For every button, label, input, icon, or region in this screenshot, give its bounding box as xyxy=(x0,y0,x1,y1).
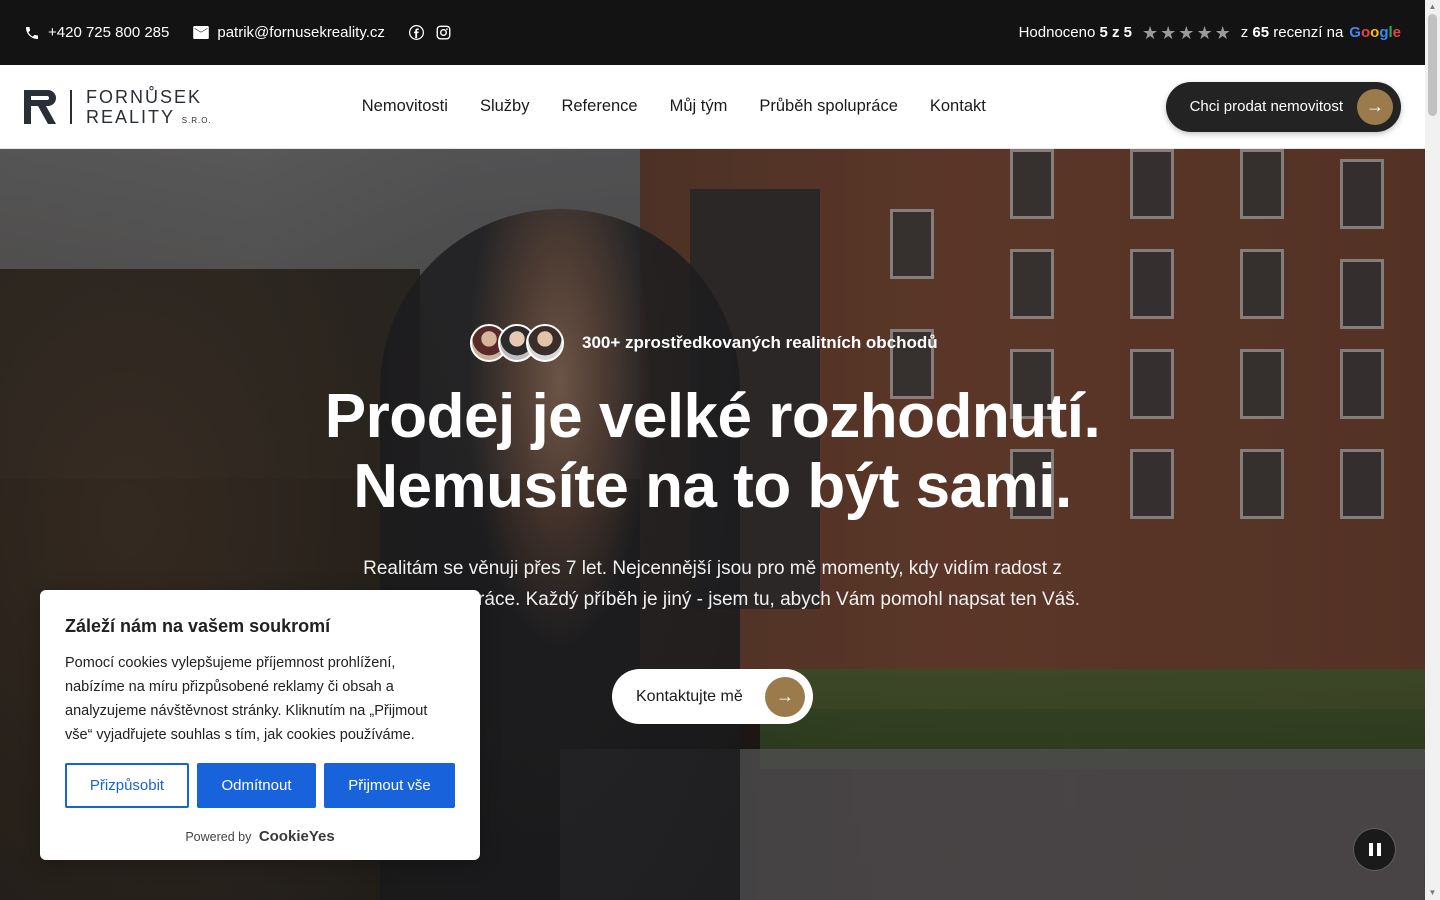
phone-icon xyxy=(26,26,38,39)
rating-prefix: Hodnoceno xyxy=(1018,24,1096,41)
nav-prubeh-spoluprace[interactable]: Průběh spolupráce xyxy=(759,97,898,116)
facebook-icon[interactable] xyxy=(408,25,424,40)
cookie-consent-dialog: Záleží nám na vašem soukromí Pomocí cook… xyxy=(40,590,480,860)
star-icon: ★ xyxy=(1160,22,1177,43)
page-scrollbar[interactable]: ▲ ▼ xyxy=(1425,0,1440,900)
star-icon: ★ xyxy=(1178,22,1195,43)
scrollbar-thumb[interactable] xyxy=(1428,14,1437,116)
team-avatars xyxy=(470,324,564,362)
cookie-powered-by: Powered by CookieYes xyxy=(65,828,455,845)
rating-count: 65 xyxy=(1252,24,1270,41)
top-bar: +420 725 800 285 patrik@fornusekreality.… xyxy=(0,0,1425,65)
cookie-accept-button[interactable]: Přijmout vše xyxy=(324,763,455,808)
rating-value: 5 z 5 xyxy=(1099,24,1133,41)
contact-me-label: Kontaktujte mě xyxy=(636,687,743,705)
hero-title-line1: Prodej je velké rozhodnutí. xyxy=(324,382,1101,451)
arrow-right-icon: → xyxy=(1357,88,1393,125)
rating-count-suffix: recenzí na xyxy=(1273,24,1344,41)
deals-badge-text: 300+ zprostředkovaných realitních obchod… xyxy=(582,333,938,352)
logo-line2-wrap: REALITY S.R.O. xyxy=(86,108,212,126)
email-link[interactable]: patrik@fornusekreality.cz xyxy=(193,24,385,41)
main-header: FORNŮSEK REALITY S.R.O. Nemovitosti Služ… xyxy=(0,65,1425,149)
nav-sluzby[interactable]: Služby xyxy=(480,97,530,116)
cookie-buttons: Přizpůsobit Odmítnout Přijmout vše xyxy=(65,763,455,808)
powered-by-label: Powered by xyxy=(185,830,252,844)
pause-icon xyxy=(1368,843,1373,856)
sell-property-label: Chci prodat nemovitost xyxy=(1189,98,1343,115)
logo-wordmark: FORNŮSEK REALITY S.R.O. xyxy=(86,88,212,126)
video-pause-button[interactable] xyxy=(1353,828,1396,871)
logo-mark-icon xyxy=(24,89,56,124)
contact-me-button[interactable]: Kontaktujte mě → xyxy=(612,669,813,724)
google-letter: o xyxy=(1360,24,1371,41)
rating-count-prefix: z xyxy=(1240,24,1249,41)
pause-icon xyxy=(1376,843,1381,856)
logo-divider xyxy=(70,89,72,124)
mail-icon xyxy=(193,26,210,39)
cookieyes-logo[interactable]: CookieYes xyxy=(259,828,335,845)
arrow-right-icon: → xyxy=(765,676,805,717)
logo-suffix: S.R.O. xyxy=(181,115,212,125)
google-letter: G xyxy=(1349,24,1361,41)
phone-text: +420 725 800 285 xyxy=(48,24,170,41)
site-logo[interactable]: FORNŮSEK REALITY S.R.O. xyxy=(24,88,212,126)
rating-stars: ★ ★ ★ ★ ★ xyxy=(1142,24,1231,42)
cookie-title: Záleží nám na vašem soukromí xyxy=(65,616,331,636)
google-wordmark[interactable]: Google xyxy=(1349,24,1401,41)
google-letter: o xyxy=(1370,24,1380,41)
star-icon: ★ xyxy=(1142,22,1159,43)
cookie-text: Pomocí cookies vylepšujeme příjemnost pr… xyxy=(65,655,428,743)
avatar xyxy=(526,324,564,362)
rating-summary: Hodnoceno 5 z 5 ★ ★ ★ ★ ★ z 65 recenzí n… xyxy=(1019,24,1401,42)
nav-muj-tym[interactable]: Můj tým xyxy=(670,97,728,116)
cookie-reject-button[interactable]: Odmítnout xyxy=(197,763,316,808)
google-letter: e xyxy=(1392,24,1401,41)
hero-title-line2: Nemusíte na to být sami. xyxy=(353,452,1072,521)
scroll-up-arrow-icon[interactable]: ▲ xyxy=(1428,2,1437,12)
phone-link[interactable]: +420 725 800 285 xyxy=(24,24,169,41)
deals-badge: 300+ zprostředkovaných realitních obchod… xyxy=(470,324,938,362)
instagram-icon[interactable] xyxy=(436,25,451,40)
logo-line1: FORNŮSEK xyxy=(86,86,203,107)
star-icon: ★ xyxy=(1196,22,1213,43)
nav-reference[interactable]: Reference xyxy=(561,97,637,116)
logo-line2: REALITY xyxy=(86,106,175,127)
nav-nemovitosti[interactable]: Nemovitosti xyxy=(362,97,448,116)
cookie-customize-button[interactable]: Přizpůsobit xyxy=(65,763,189,808)
main-nav: Nemovitosti Služby Reference Můj tým Prů… xyxy=(362,97,986,116)
sell-property-button[interactable]: Chci prodat nemovitost → xyxy=(1165,81,1401,132)
email-text: patrik@fornusekreality.cz xyxy=(217,24,385,41)
hero-title: Prodej je velké rozhodnutí. Nemusíte na … xyxy=(0,382,1425,522)
star-icon: ★ xyxy=(1214,22,1231,43)
social-links xyxy=(408,25,451,40)
scroll-down-arrow-icon[interactable]: ▼ xyxy=(1428,888,1437,898)
nav-kontakt[interactable]: Kontakt xyxy=(930,97,986,116)
